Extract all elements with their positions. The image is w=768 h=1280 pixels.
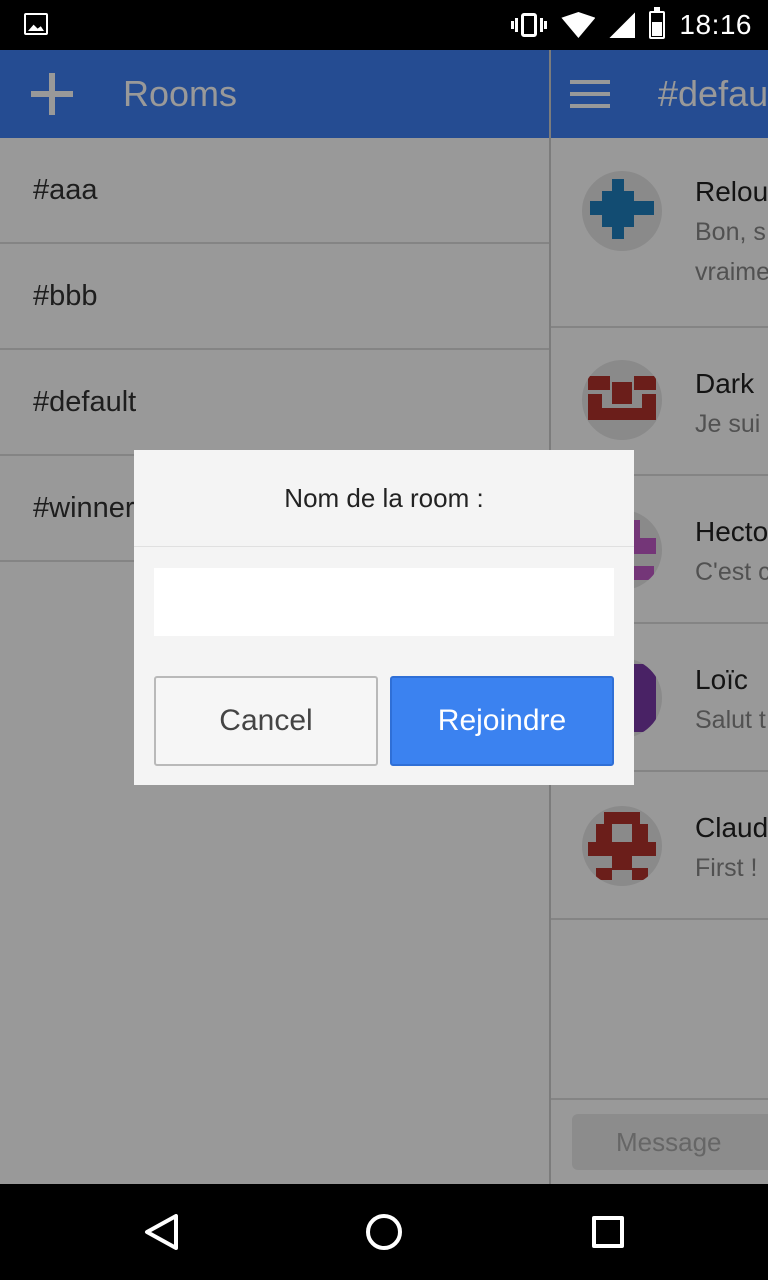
status-bar: 18:16: [0, 0, 768, 50]
recent-apps-icon[interactable]: [592, 1216, 624, 1248]
wifi-icon: [561, 12, 596, 38]
home-icon[interactable]: [366, 1214, 402, 1250]
dialog-title: Nom de la room :: [134, 450, 634, 547]
battery-icon: [649, 7, 666, 39]
back-icon[interactable]: [144, 1214, 180, 1250]
cell-signal-icon: [609, 12, 636, 38]
app-screen: Rooms #aaa #bbb #default #winners are he…: [0, 50, 768, 1184]
system-nav-bar: [0, 1184, 768, 1280]
image-notification-icon: [24, 13, 48, 35]
join-button[interactable]: Rejoindre: [390, 676, 614, 766]
room-name-input[interactable]: [154, 568, 614, 636]
join-room-dialog: Nom de la room : Cancel Rejoindre: [134, 450, 634, 785]
vibrate-icon: [511, 11, 548, 39]
cancel-button[interactable]: Cancel: [154, 676, 378, 766]
status-icons: 18:16: [511, 0, 752, 50]
clock: 18:16: [679, 9, 752, 40]
